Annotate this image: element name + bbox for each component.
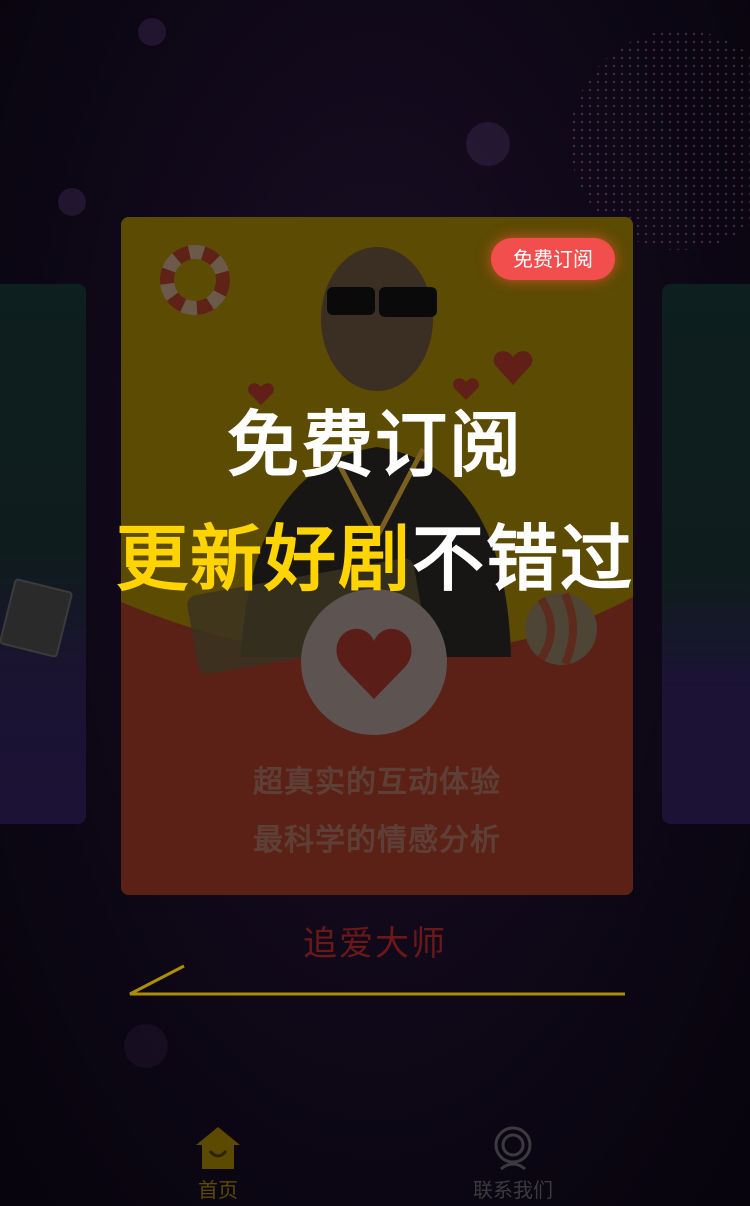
decorative-gold-line bbox=[129, 964, 625, 996]
heart-circle bbox=[301, 589, 447, 735]
heart-icon bbox=[336, 628, 412, 699]
headline-rest-text: 不错过 bbox=[412, 517, 635, 601]
bottom-tab-bar: 首页 联系我们 bbox=[0, 1108, 750, 1206]
contact-icon bbox=[494, 1126, 532, 1171]
decorative-bubble bbox=[124, 1024, 168, 1068]
tab-contact-us-label: 联系我们 bbox=[473, 1178, 553, 1202]
subscribe-badge-button[interactable]: 免费订阅 bbox=[491, 238, 615, 280]
tab-home[interactable]: 首页 bbox=[143, 1124, 293, 1203]
home-icon bbox=[196, 1127, 240, 1169]
decorative-bubble bbox=[466, 122, 510, 166]
app-screen: 免费订阅 超真实的互动体验 最科学的情感分析 免费订阅 更新好剧不错过 追爱大师… bbox=[0, 0, 750, 1206]
overlay-headline-title: 免费订阅 bbox=[226, 403, 523, 487]
tab-contact-us[interactable]: 联系我们 bbox=[438, 1124, 588, 1203]
decorative-bubble bbox=[58, 188, 86, 216]
card-tagline-secondary: 最科学的情感分析 bbox=[253, 823, 501, 858]
overlay-headline-subtitle: 更新好剧不错过 bbox=[0, 500, 750, 605]
brand-name: 追爱大师 bbox=[303, 924, 447, 964]
card-tagline-primary: 超真实的互动体验 bbox=[253, 765, 501, 800]
headline-highlight-text: 更新好剧 bbox=[115, 517, 412, 601]
tab-home-label: 首页 bbox=[198, 1178, 238, 1202]
decorative-bubble bbox=[138, 18, 166, 46]
